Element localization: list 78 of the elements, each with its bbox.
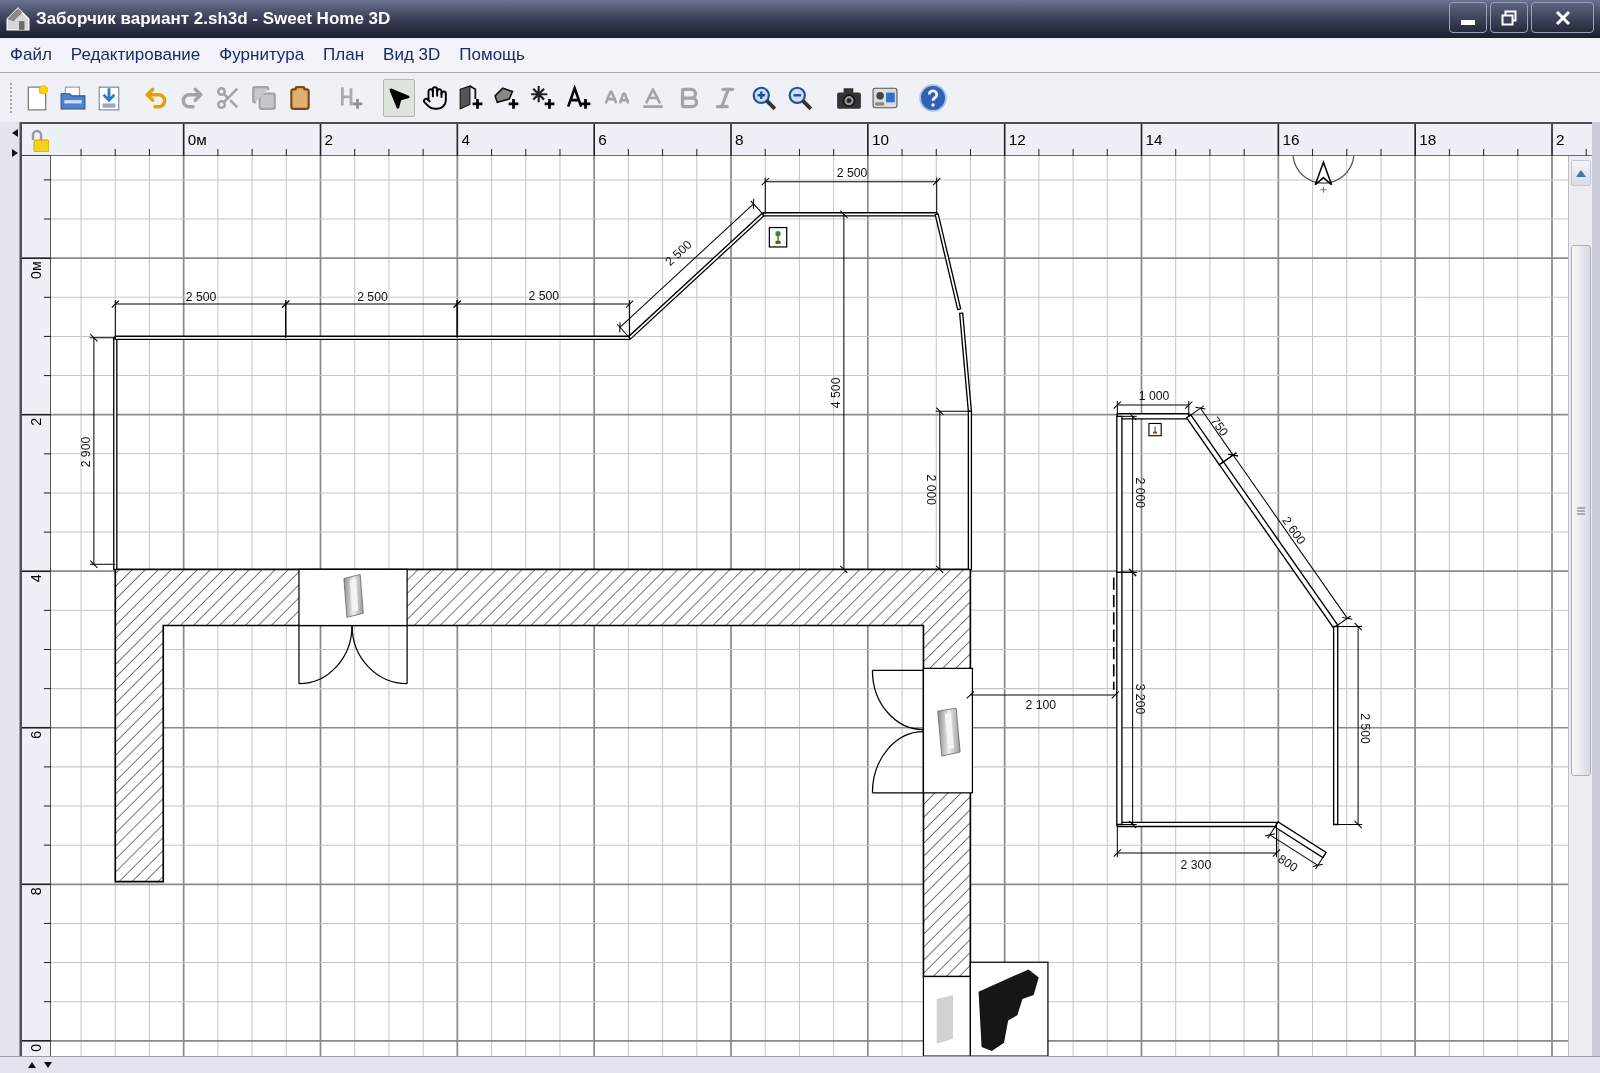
dimension-label: 2 000: [923, 474, 938, 506]
plant-icon: [1148, 422, 1162, 437]
burst-plus-icon: [530, 84, 556, 111]
arrow-left-icon[interactable]: [12, 129, 18, 137]
ruler-label: 4: [27, 574, 44, 583]
dimension-label: 2 000: [1132, 477, 1147, 509]
scroll-up-button[interactable]: [1570, 160, 1591, 186]
dimension-label: 2 500: [836, 166, 868, 181]
help-icon: [919, 83, 947, 112]
folder-icon: [60, 84, 86, 111]
dimension-label: 2 500: [1358, 713, 1373, 744]
ruler-label: 8: [735, 130, 744, 148]
dimension-label: 2 300: [1180, 858, 1212, 873]
ruler-label: 18: [1419, 130, 1437, 148]
restore-button[interactable]: [1490, 2, 1528, 33]
ruler-label: 10: [871, 130, 889, 148]
menu-item[interactable]: Файл: [4, 45, 58, 65]
dimension-label: 1 000: [1138, 388, 1170, 403]
window-title: Заборчик вариант 2.sh3d - Sweet Home 3D: [36, 8, 391, 31]
grip-icon: [1575, 505, 1586, 516]
chair-plus-icon: [338, 84, 364, 111]
dimension-label: 750: [1207, 414, 1231, 439]
ruler-label: 14: [1145, 130, 1163, 148]
ruler-label: 2: [324, 130, 334, 148]
dimension-label: 3 200: [1132, 683, 1147, 715]
clipboard-icon: [287, 84, 313, 111]
copy-icon: [251, 84, 277, 111]
dimension-label: 800: [1275, 851, 1301, 875]
menu-item[interactable]: Помощь: [453, 45, 531, 65]
menu-item[interactable]: Вид 3D: [377, 45, 447, 65]
compass-icon: [1292, 156, 1355, 194]
polygon-plus-icon: [494, 84, 520, 111]
close-icon: [1554, 9, 1571, 26]
arrow-up-icon[interactable]: [28, 1062, 36, 1068]
ruler-label: 6: [27, 730, 44, 739]
menu-item[interactable]: План: [317, 45, 371, 65]
ruler-label: 2: [27, 417, 44, 426]
plant-icon: [768, 226, 788, 248]
ruler-label: 6: [598, 130, 607, 148]
restore-icon: [1501, 9, 1517, 26]
ruler-label: 0м: [27, 261, 44, 279]
wall-plus-icon: [458, 84, 484, 111]
dimension-label: 2 500: [185, 289, 217, 304]
ruler-label: 4: [461, 130, 470, 148]
vertical-scrollbar[interactable]: [1568, 156, 1592, 1056]
dimension-label: 2 500: [357, 289, 388, 304]
minimize-button[interactable]: [1449, 2, 1487, 33]
select-mode-button[interactable]: [383, 78, 415, 117]
menu-item[interactable]: Редактирование: [64, 45, 207, 65]
dimension-label: 2 100: [1025, 698, 1057, 713]
zoom-out-icon: [787, 84, 813, 111]
door-model-icon: [937, 707, 961, 757]
plan-canvas[interactable]: 2 500 2 500 2 500 2 500 2 500 2 900 4 500 2 000 1 000 750 2 600 2 000 3 200 2 500 2 300 800 2 100: [51, 156, 1568, 1056]
ruler-label: 2: [1556, 130, 1565, 148]
close-button[interactable]: [1531, 2, 1594, 33]
minimize-icon: [1461, 20, 1475, 25]
dimension-label: 2 500: [528, 288, 560, 303]
scissors-icon: [215, 84, 241, 111]
arrow-down-icon[interactable]: [44, 1062, 52, 1068]
dimension-label: 2 500: [662, 237, 695, 269]
hand-icon: [422, 84, 448, 111]
dimension-label: 4 500: [828, 377, 843, 409]
scroll-thumb[interactable]: [1570, 245, 1591, 776]
text-plus-icon: [566, 84, 592, 111]
grip-icon[interactable]: [10, 81, 13, 114]
ruler-label: 16: [1282, 130, 1300, 148]
caret-up-icon: [1575, 169, 1586, 177]
ruler-label: 0м: [187, 130, 207, 148]
door-model-icon: [343, 574, 364, 618]
arrow-right-icon[interactable]: [12, 149, 18, 157]
ruler-label: 12: [1008, 130, 1026, 148]
zoom-in-icon: [751, 84, 777, 111]
menu-item[interactable]: Фурнитура: [213, 45, 311, 65]
ruler-label: 8: [27, 887, 44, 896]
house-icon: [5, 6, 31, 32]
dimension-label: 2 600: [1279, 514, 1309, 548]
dimension-label: 2 900: [78, 436, 93, 468]
ruler-label: 0: [27, 1043, 44, 1052]
